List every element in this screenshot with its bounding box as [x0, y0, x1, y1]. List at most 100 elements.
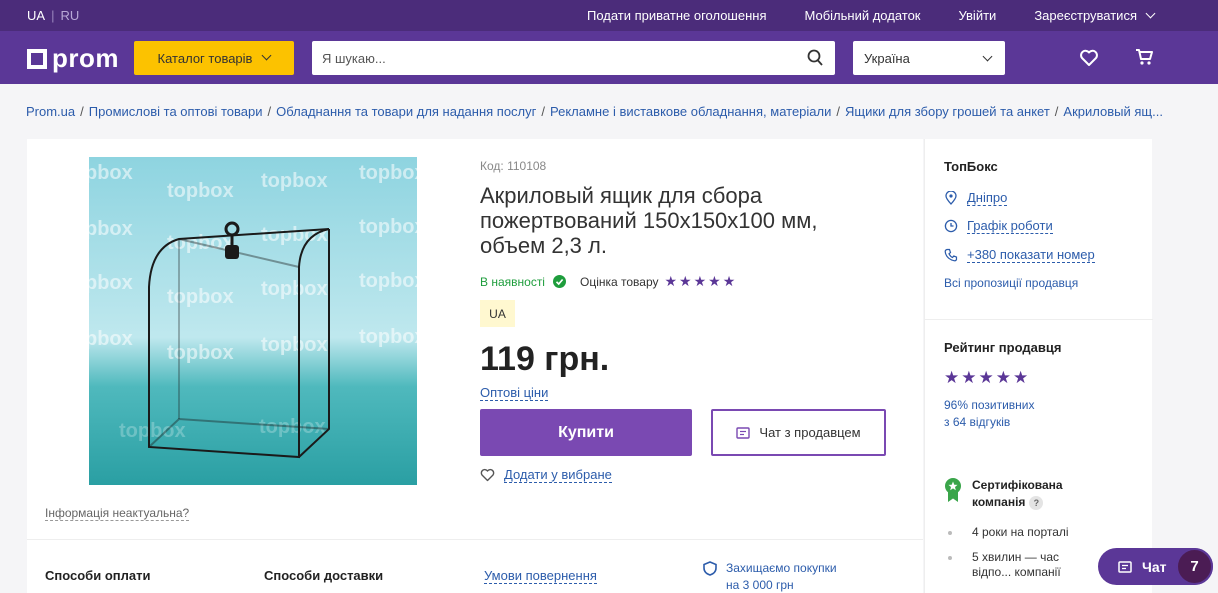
logo-text: prom — [52, 43, 119, 73]
product-card: pbox topbox topbox topbox pbox topbox topbox t… — [27, 139, 923, 593]
breadcrumb-separator: / — [1054, 104, 1059, 119]
list-item: 5 хвилин — час відпо... компанії — [944, 550, 1092, 580]
svg-text:topbox: topbox — [167, 286, 234, 308]
bullet-icon — [948, 556, 952, 560]
phone-icon — [944, 248, 958, 262]
svg-text:topbox: topbox — [359, 162, 417, 184]
seller-name[interactable]: ТопБокс — [944, 159, 998, 174]
info-outdated-link[interactable]: Інформація неактуальна? — [45, 506, 190, 521]
certified-text: Сертифікована компанія? — [972, 477, 1063, 511]
protection-text: Захищаємо покупки на 3 000 грн — [726, 560, 837, 593]
top-links: Подати приватне оголошення Мобільний дод… — [587, 8, 1156, 23]
show-phone-link: +380 показати номер — [967, 247, 1095, 263]
search-icon[interactable] — [807, 49, 823, 67]
breadcrumb-item-current[interactable]: Акриловый ящ... — [1063, 104, 1163, 119]
seller-reviews-link[interactable]: 96% позитивних з 64 відгуків — [944, 397, 1035, 431]
seller-rating-stars: ★★★★★ — [944, 368, 1031, 387]
protection-line-1: Захищаємо покупки — [726, 561, 837, 575]
seller-card: ТопБокс Дніпро Графік роботи +380 показа… — [924, 139, 1153, 593]
certified-line-1: Сертифікована — [972, 478, 1063, 492]
purchase-protection[interactable]: Захищаємо покупки на 3 000 грн — [703, 560, 837, 593]
product-price: 119 грн. — [480, 340, 610, 378]
bullet-icon — [948, 531, 952, 535]
wholesale-prices-link[interactable]: Оптові ціни — [480, 385, 549, 401]
breadcrumb-item[interactable]: Промислові та оптові товари — [89, 104, 263, 119]
chat-seller-label: Чат з продавцем — [759, 425, 861, 440]
svg-text:topbox: topbox — [359, 326, 417, 348]
breadcrumb: Prom.ua / Промислові та оптові товари / Обла… — [26, 104, 1196, 119]
help-question-icon[interactable]: ? — [1029, 496, 1044, 510]
reviews-count: з 64 відгуків — [944, 415, 1011, 429]
lang-ru[interactable]: RU — [60, 8, 79, 23]
seller-divider — [925, 319, 1153, 320]
message-icon — [736, 426, 751, 439]
svg-text:topbox: topbox — [261, 334, 328, 356]
protection-line-2: на 3 000 грн — [726, 578, 794, 592]
search-box — [312, 41, 835, 75]
positive-percent: 96% позитивних — [944, 398, 1035, 412]
catalog-button[interactable]: Каталог товарів — [134, 41, 294, 75]
mobile-app-link[interactable]: Мобільний додаток — [805, 8, 921, 23]
search-input[interactable] — [312, 41, 782, 75]
stock-rating-row: В наявності Оцінка товару ★★★★★ — [480, 273, 737, 290]
main-header: prom Каталог товарів Україна — [0, 31, 1218, 84]
breadcrumb-separator: / — [836, 104, 840, 119]
delivery-methods-heading: Способи доставки — [264, 568, 384, 583]
section-divider — [27, 539, 923, 540]
cart-icon[interactable] — [1134, 47, 1154, 67]
favorites-heart-icon[interactable] — [1079, 48, 1099, 68]
chat-widget-label: Чат — [1142, 558, 1167, 575]
ua-badge: UA — [480, 300, 515, 327]
breadcrumb-item[interactable]: Ящики для збору грошей та анкет — [845, 104, 1050, 119]
lang-separator: | — [51, 8, 55, 23]
breadcrumb-separator: / — [267, 104, 272, 119]
chat-icon — [1118, 560, 1132, 573]
region-value: Україна — [864, 50, 910, 66]
svg-text:topbox: topbox — [261, 278, 328, 300]
schedule-link: Графік роботи — [967, 218, 1053, 234]
language-switcher: UA | RU — [27, 8, 79, 23]
breadcrumb-item[interactable]: Рекламне і виставкове обладнання, матері… — [550, 104, 831, 119]
buy-button[interactable]: Купити — [480, 409, 692, 456]
prom-logo[interactable]: prom — [27, 43, 119, 74]
login-link[interactable]: Увійти — [959, 8, 997, 23]
shield-icon — [703, 561, 717, 576]
seller-city[interactable]: Дніпро — [944, 190, 1008, 206]
breadcrumb-item[interactable]: Обладнання та товари для надання послуг — [276, 104, 536, 119]
fact-response-time: 5 хвилин — час відпо... компанії — [972, 550, 1061, 579]
svg-text:topbox: topbox — [167, 180, 234, 202]
breadcrumb-separator: / — [80, 104, 84, 119]
product-image[interactable]: pbox topbox topbox topbox pbox topbox topbox t… — [89, 157, 417, 485]
certified-company: Сертифікована компанія? — [944, 477, 1063, 511]
chat-with-seller-button[interactable]: Чат з продавцем — [711, 409, 886, 456]
chat-unread-badge: 7 — [1176, 548, 1213, 585]
lang-ua[interactable]: UA — [27, 8, 45, 23]
seller-schedule[interactable]: Графік роботи — [944, 218, 1053, 234]
add-to-favorites-link[interactable]: Додати у вибране — [504, 467, 612, 483]
return-conditions-link[interactable]: Умови повернення — [484, 568, 597, 584]
top-bar: UA | RU Подати приватне оголошення Мобільн… — [0, 0, 1218, 31]
logo-square-icon — [27, 48, 47, 69]
list-item: 4 роки на порталі — [944, 525, 1092, 540]
svg-text:pbox: pbox — [89, 328, 133, 350]
check-icon — [552, 275, 566, 288]
breadcrumb-item[interactable]: Prom.ua — [26, 104, 75, 119]
seller-phone[interactable]: +380 показати номер — [944, 247, 1095, 263]
certified-badge-icon — [945, 478, 961, 502]
svg-text:topbox: topbox — [359, 216, 417, 238]
product-rating-stars[interactable]: ★★★★★ — [665, 273, 738, 290]
catalog-label: Каталог товарів — [157, 50, 253, 66]
location-pin-icon — [945, 191, 957, 205]
seller-facts: 4 роки на порталі 5 хвилин — час відпо..… — [944, 525, 1092, 590]
all-seller-offers-link[interactable]: Всі пропозиції продавця — [944, 276, 1078, 290]
svg-text:pbox: pbox — [89, 218, 133, 240]
region-select[interactable]: Україна — [853, 41, 1005, 75]
register-link[interactable]: Зареєструватися — [1034, 8, 1156, 23]
chat-widget-button[interactable]: Чат 7 — [1098, 548, 1213, 585]
svg-text:topbox: topbox — [167, 342, 234, 364]
add-favorite-row[interactable]: Додати у вибране — [480, 467, 612, 483]
seller-rating-heading: Рейтинг продавця — [944, 340, 1062, 355]
post-ad-link[interactable]: Подати приватне оголошення — [587, 8, 767, 23]
certified-line-2: компанія? — [972, 494, 1063, 511]
product-rating-label: Оцінка товару — [579, 274, 659, 289]
